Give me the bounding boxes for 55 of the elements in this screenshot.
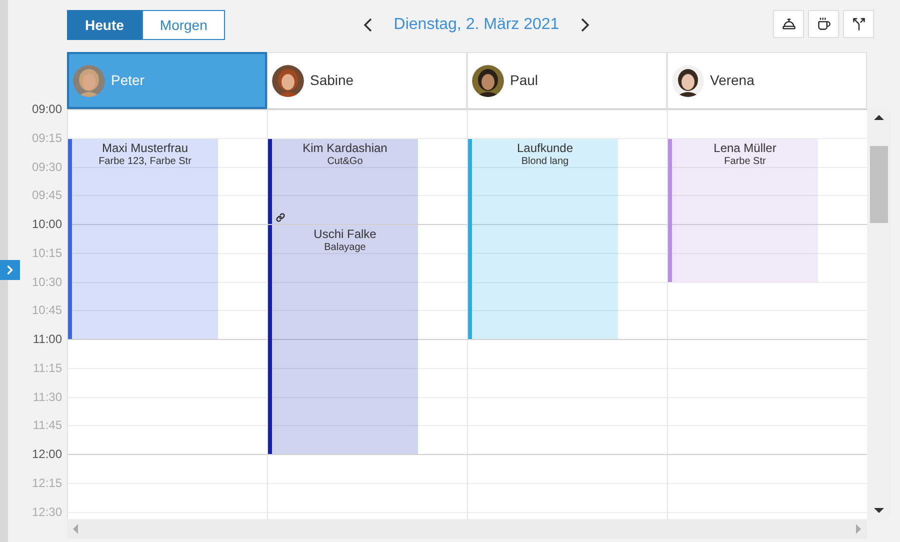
time-label: 10:15 bbox=[32, 246, 62, 262]
scroll-down-icon bbox=[874, 508, 884, 513]
break-button[interactable] bbox=[808, 10, 839, 38]
time-label: 10:00 bbox=[32, 217, 62, 233]
service-name: Balayage bbox=[324, 241, 366, 254]
day-tab[interactable]: Heute bbox=[67, 10, 142, 40]
scroll-left-icon bbox=[73, 524, 78, 534]
client-name: Laufkunde bbox=[516, 140, 574, 155]
date-title: Dienstag, 2. März 2021 bbox=[394, 15, 560, 35]
scroll-up-icon bbox=[874, 115, 884, 120]
time-label: 10:45 bbox=[32, 303, 62, 320]
client-name: Lena Müller bbox=[714, 140, 776, 155]
time-label: 10:30 bbox=[32, 274, 62, 290]
time-label: 11:30 bbox=[32, 390, 62, 406]
service-name: Farbe Str bbox=[724, 154, 766, 168]
client-name: Maxi Musterfrau bbox=[102, 140, 188, 155]
appointment[interactable]: Lena Müller Farbe Str bbox=[668, 138, 818, 282]
bell-icon bbox=[782, 17, 796, 31]
time-label: 11:45 bbox=[32, 418, 62, 434]
staff-name: Paul bbox=[510, 71, 538, 90]
time-label: 12:30 bbox=[32, 504, 62, 520]
scrollbar-thumb[interactable] bbox=[870, 146, 888, 222]
split-button[interactable] bbox=[843, 10, 874, 38]
appointment[interactable]: Uschi Falke Balayage bbox=[268, 225, 418, 454]
service-name: Blond lang bbox=[521, 154, 569, 168]
sidebar-toggle[interactable] bbox=[0, 260, 20, 280]
appointment[interactable]: Kim Kardashian Cut&Go bbox=[268, 138, 418, 224]
time-label: 09:45 bbox=[32, 188, 62, 204]
horizontal-scrollbar[interactable] bbox=[67, 519, 867, 539]
staff-column-header[interactable]: Sabine bbox=[267, 52, 467, 109]
day-tab[interactable]: Morgen bbox=[142, 10, 226, 40]
appointment[interactable]: Maxi Musterfrau Farbe 123, Farbe Str bbox=[68, 138, 218, 339]
client-name: Kim Kardashian bbox=[302, 140, 388, 155]
time-label: 11:15 bbox=[32, 360, 62, 377]
appointment[interactable]: Laufkunde Blond lang bbox=[468, 138, 618, 339]
staff-name: Peter bbox=[111, 71, 144, 90]
time-label: 09:15 bbox=[32, 130, 62, 147]
scroll-right-icon bbox=[856, 524, 861, 534]
time-label: 09:00 bbox=[32, 102, 62, 118]
time-label: 09:30 bbox=[32, 160, 62, 176]
time-label: 12:15 bbox=[32, 476, 62, 492]
client-name: Uschi Falke bbox=[314, 227, 376, 241]
staff-name: Verena bbox=[710, 71, 754, 90]
service-name: Farbe 123, Farbe Str bbox=[98, 154, 192, 168]
coffee-cup-icon bbox=[816, 17, 830, 31]
staff-name: Sabine bbox=[310, 71, 354, 90]
time-label: 12:00 bbox=[32, 447, 62, 463]
split-arrows-icon bbox=[852, 17, 866, 31]
staff-column-header[interactable]: Paul bbox=[467, 52, 667, 109]
service-name: Cut&Go bbox=[327, 154, 363, 168]
chevron-right-icon bbox=[581, 18, 590, 32]
staff-column-header[interactable]: Verena bbox=[667, 52, 867, 109]
chevron-left-icon bbox=[364, 18, 372, 32]
time-label: 11:00 bbox=[32, 332, 62, 348]
reception-button[interactable] bbox=[773, 10, 804, 38]
